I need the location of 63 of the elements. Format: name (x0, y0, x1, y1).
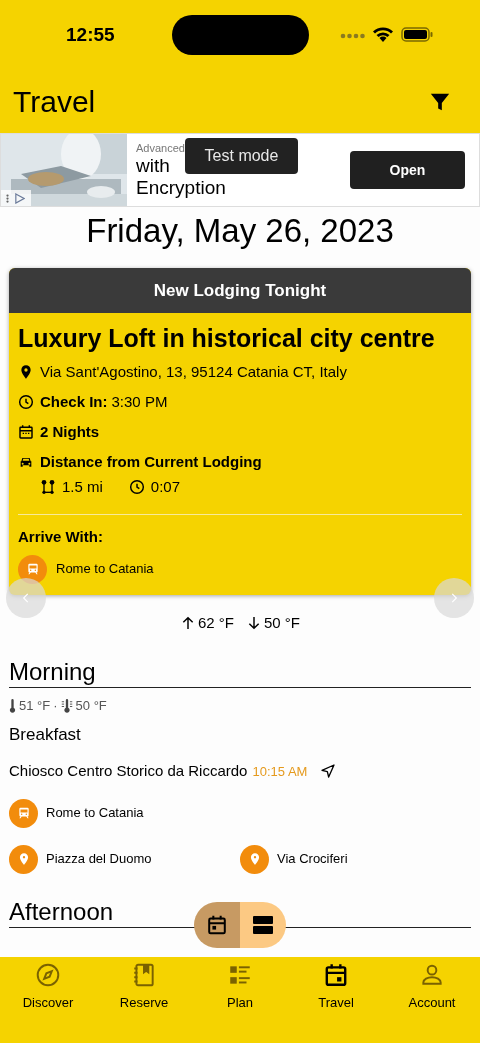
calendar-icon (206, 914, 228, 936)
nav-tab[interactable]: Plan (192, 962, 288, 1017)
battery-icon (401, 27, 434, 42)
status-time: 12:55 (66, 22, 115, 47)
calendar-icon (323, 962, 349, 988)
reservation-time: 10:15 AM (252, 762, 308, 781)
section-heading: Afternoon (9, 896, 114, 927)
clock-icon (18, 394, 34, 410)
meal-heading: Breakfast (9, 723, 82, 746)
card-title: New Lodging Tonight (153, 279, 327, 302)
date-heading: Friday, May 26, 2023 (86, 211, 394, 252)
pin-icon (9, 844, 38, 874)
temperature-text: 51 °F (19, 697, 51, 715)
train-icon (9, 798, 38, 828)
lodging-card[interactable] (9, 268, 471, 595)
wifi-icon (372, 26, 394, 42)
train-icon (18, 554, 47, 584)
navigation-icon[interactable] (320, 763, 337, 780)
open-button[interactable]: Open (350, 151, 465, 189)
address-text: Via Sant'Agostino, 13, 95124 Catania CT, Italy (40, 361, 347, 382)
check-in-time: 3:30 PM (111, 391, 168, 412)
feels-like-text: 50 °F (75, 697, 107, 715)
route-icon (40, 479, 56, 495)
play-icon[interactable] (14, 192, 25, 204)
compass-icon (35, 962, 61, 988)
nav-tab[interactable]: Account (384, 962, 480, 1017)
low-temperature: 50 °F (264, 612, 300, 633)
tooltip: Test mode (185, 138, 298, 174)
section-heading: Morning (9, 657, 96, 687)
calendar-icon (18, 424, 34, 440)
pin-icon (240, 844, 269, 874)
distance-label: Distance from Current Lodging (40, 451, 262, 472)
check-in-label: Check In: (40, 391, 108, 412)
duration-text: 0:07 (150, 476, 181, 497)
list-view-button[interactable] (240, 902, 286, 948)
place-text: Piazza del Duomo (46, 850, 152, 869)
transport-text: Rome to Catania (46, 804, 144, 823)
nav-tab[interactable]: Discover (0, 962, 96, 1017)
arrive-label: Arrive With: (18, 527, 104, 547)
pin-icon (18, 364, 34, 380)
feels-like-thermometer-icon (60, 698, 73, 713)
page-title: Travel (13, 84, 96, 120)
lodging-name: Luxury Loft in historical city centre (18, 323, 436, 353)
nights-text: 2 Nights (40, 421, 100, 442)
distance-text: 1.5 mi (62, 476, 103, 497)
notebook-icon (131, 962, 157, 988)
high-temperature: 62 °F (198, 612, 234, 633)
separator-dot: · (53, 697, 58, 715)
nav-tab[interactable]: Travel (288, 962, 384, 1017)
person-icon (419, 962, 445, 988)
arrow-down-icon (246, 615, 262, 631)
ad-text: Encryption (136, 177, 226, 199)
more-icon[interactable] (6, 192, 9, 204)
rows-icon (251, 913, 275, 937)
clock-icon (128, 479, 145, 495)
restaurant-name: Chiosco Centro Storico da Riccardo (9, 761, 248, 781)
place-text: Via Crociferi (277, 850, 348, 869)
signal-icon (340, 33, 366, 39)
calendar-view-button[interactable] (194, 902, 240, 948)
thermometer-icon (9, 698, 16, 713)
arrow-up-icon (180, 615, 196, 631)
nav-tab[interactable]: Reserve (96, 962, 192, 1017)
transport-text: Rome to Catania (56, 560, 154, 579)
